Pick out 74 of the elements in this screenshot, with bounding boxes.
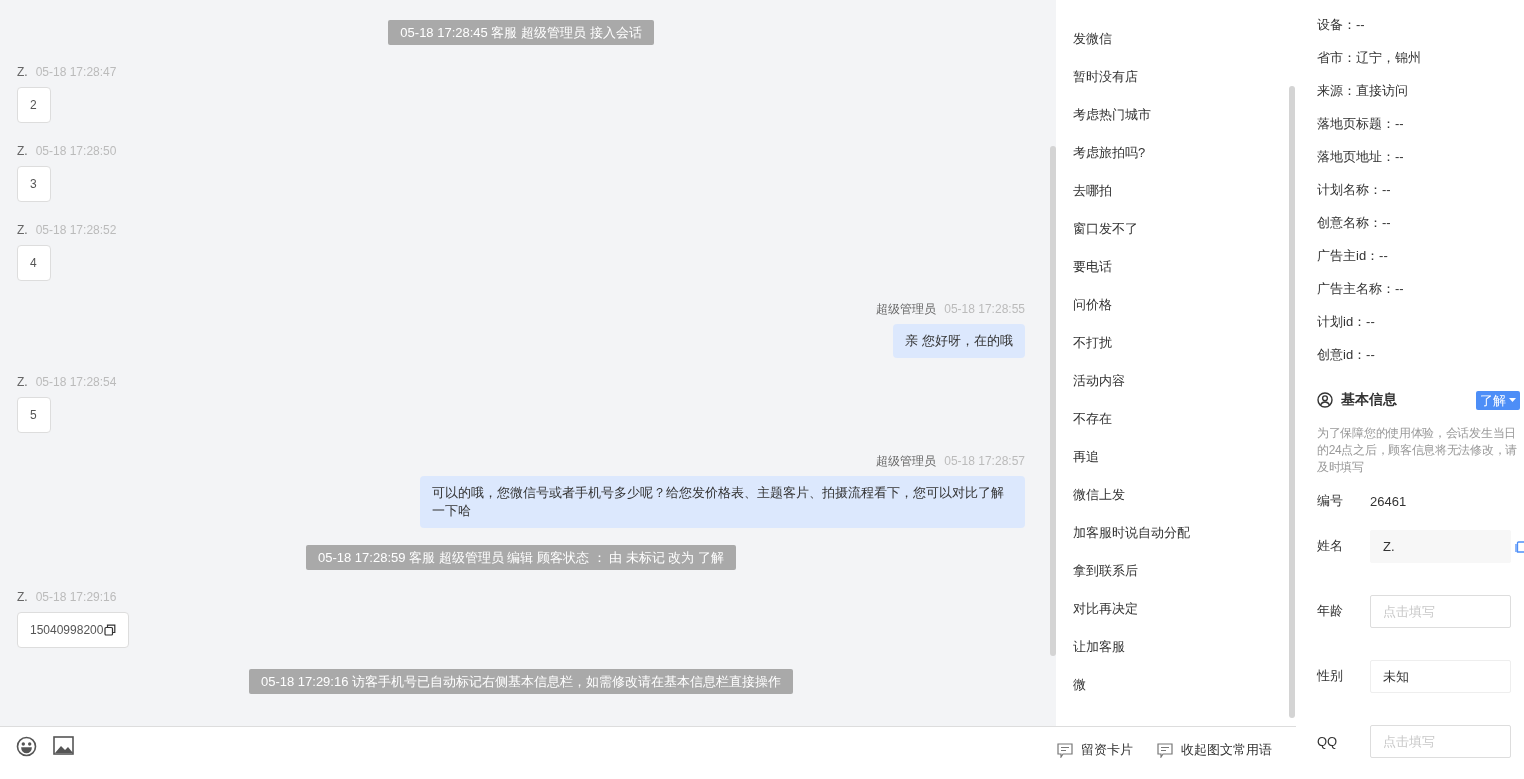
name-field[interactable]: Z. [1370, 529, 1511, 563]
message-bubble: 可以的哦，您微信号或者手机号多少呢？给您发价格表、主题客片、拍摄流程看下，您可以对比了解一下哈 [420, 476, 1025, 528]
quick-reply-item[interactable]: 去哪拍 [1073, 181, 1112, 219]
image-icon[interactable] [53, 736, 74, 755]
field-label: 年龄 [1317, 602, 1344, 620]
detail-text: 创意名称：-- [1317, 214, 1392, 232]
quick-reply-item[interactable]: 活动内容 [1073, 371, 1125, 409]
quick-reply-item[interactable]: 微信上发 [1073, 485, 1125, 523]
quick-reply-item[interactable]: 问价格 [1073, 295, 1112, 333]
quick-reply-item[interactable]: 不打扰 [1073, 333, 1112, 371]
message-icon [1057, 742, 1073, 758]
message-bubble: 5 [17, 397, 51, 433]
detail-text: 创意id：-- [1317, 346, 1376, 364]
sender-name: Z. [17, 144, 28, 158]
message-time: 05-18 17:28:55 [944, 302, 1025, 316]
caret-icon [1509, 398, 1516, 402]
system-notice: 05-18 17:28:59 客服 超级管理员 编辑 顾客状态 ： 由 未标记 改为 了解 [306, 545, 736, 570]
detail-text: 设备：-- [1317, 16, 1366, 34]
composer-action[interactable]: 收起图文常用语 [1157, 741, 1272, 759]
message-time: 05-18 17:28:50 [35, 144, 117, 158]
detail-text: 落地页地址：-- [1317, 148, 1405, 166]
info-note: 为了保障您的使用体验，会话发生当日的24点之后，顾客信息将无法修改，请及时填写 [1317, 425, 1518, 476]
system-notice: 05-18 17:28:45 客服 超级管理员 接入会话 [388, 20, 654, 45]
field-label: 姓名 [1317, 537, 1344, 555]
quick-reply-item[interactable]: 让加客服 [1073, 637, 1125, 675]
message-bubble: 15040998200 [17, 612, 130, 648]
sender-name: Z. [17, 65, 28, 79]
detail-text: 省市：辽宁，锦州 [1317, 49, 1422, 67]
quick-reply-item[interactable]: 暂时没有店 [1073, 67, 1138, 105]
field-label: QQ [1317, 733, 1339, 749]
quick-reply-item[interactable]: 加客服时说自动分配 [1073, 523, 1190, 561]
select-field[interactable]: 未知 [1370, 659, 1511, 693]
message-time: 05-18 17:29:16 [35, 590, 117, 604]
composer-action[interactable]: 留资卡片 [1057, 741, 1133, 759]
detail-text: 广告主id：-- [1317, 247, 1389, 265]
quick-reply-item[interactable]: 考虑热门城市 [1073, 105, 1151, 143]
action-label: 收起图文常用语 [1181, 741, 1272, 759]
message-bubble: 2 [17, 87, 51, 123]
message-time: 05-18 17:28:52 [35, 223, 117, 237]
field-label: 编号 [1317, 492, 1344, 510]
quick-reply-item[interactable]: 发微信 [1073, 29, 1112, 67]
action-label: 留资卡片 [1081, 741, 1133, 759]
sender-name: 超级管理员 [876, 302, 937, 316]
message-time: 05-18 17:28:54 [35, 375, 117, 389]
emoji-icon[interactable] [16, 736, 37, 757]
field-value: 26461 [1370, 493, 1407, 509]
detail-text: 计划id：-- [1317, 313, 1376, 331]
sender-name: Z. [17, 375, 28, 389]
quick-reply-item[interactable]: 窗口发不了 [1073, 219, 1138, 257]
detail-text: 计划名称：-- [1317, 181, 1392, 199]
system-notice: 05-18 17:29:16 访客手机号已自动标记右侧基本信息栏，如需修改请在基本信息栏直接操作 [248, 669, 794, 694]
quick-reply-item[interactable]: 再追 [1073, 447, 1099, 485]
section-title: 基本信息 [1341, 391, 1398, 409]
message-time: 05-18 17:28:57 [944, 454, 1025, 468]
copy-icon[interactable] [104, 624, 117, 636]
message-bubble: 3 [17, 166, 51, 202]
detail-text: 来源：直接访问 [1317, 82, 1409, 100]
quick-reply-item[interactable]: 要电话 [1073, 257, 1112, 295]
quick-reply-item[interactable]: 对比再决定 [1073, 599, 1138, 637]
sender-name: Z. [17, 223, 28, 237]
sender-name: Z. [17, 590, 28, 604]
user-circle-icon [1317, 392, 1333, 408]
quick-reply-item[interactable]: 微 [1073, 675, 1086, 713]
message-time: 05-18 17:28:47 [35, 65, 117, 79]
field-label: 性别 [1317, 667, 1344, 685]
message-icon [1157, 742, 1173, 758]
detail-text: 落地页标题：-- [1317, 115, 1405, 133]
message-bubble: 亲 您好呀，在的哦 [893, 324, 1025, 358]
detail-text: 广告主名称：-- [1317, 280, 1405, 298]
message-bubble: 4 [17, 245, 51, 281]
quick-reply-item[interactable]: 不存在 [1073, 409, 1112, 447]
quick-reply-item[interactable]: 考虑旅拍吗? [1073, 143, 1146, 181]
sender-name: 超级管理员 [876, 454, 937, 468]
quick-reply-item[interactable]: 拿到联系后 [1073, 561, 1138, 599]
